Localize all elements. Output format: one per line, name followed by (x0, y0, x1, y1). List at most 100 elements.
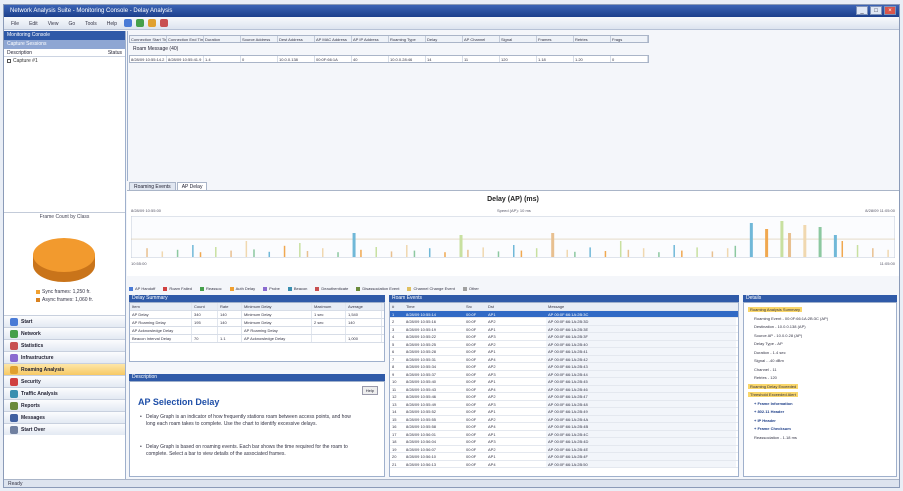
delay-bar[interactable] (520, 250, 523, 257)
menu-tools[interactable]: Tools (82, 19, 100, 28)
col-status[interactable]: Status (108, 49, 122, 56)
column-header[interactable]: Item (130, 303, 192, 310)
delay-bar[interactable] (467, 249, 469, 257)
column-header[interactable]: Retries (574, 36, 611, 42)
tree-node[interactable]: Reassociation - 1.18 ms (754, 435, 797, 440)
delay-bar[interactable] (192, 245, 194, 257)
nav-button-infrastructure[interactable]: Infrastructure (4, 351, 125, 363)
column-header[interactable]: Connection End Time (167, 36, 204, 42)
nav-button-security[interactable]: Security (4, 375, 125, 387)
column-header[interactable]: AP Channel (463, 36, 500, 42)
nav-button-messages[interactable]: Messages (4, 411, 125, 423)
delay-bar[interactable] (161, 251, 164, 257)
delay-bar[interactable] (711, 251, 714, 257)
list-item[interactable]: 1 8/28/09 10:55:14 00:0F AP1 AP 00:0F:66:1A:… (390, 310, 738, 318)
menu-file[interactable]: File (8, 19, 22, 28)
column-header[interactable]: Maximum (312, 303, 346, 310)
legend-item[interactable]: Beacon (287, 286, 307, 291)
list-item[interactable]: 15 8/28/09 10:55:55 00:0F AP2 AP 00:0F:66:1A… (390, 415, 738, 423)
table-row[interactable]: 8/28/09 10:55:14.2 8/28/09 10:55:41.9 1.4 0… (129, 55, 649, 63)
delay-bar[interactable] (513, 245, 515, 257)
column-header[interactable]: Frags (611, 36, 648, 42)
column-header[interactable]: Src (464, 303, 486, 310)
delay-bar[interactable] (337, 252, 339, 257)
tree-node[interactable]: Roaming Event - 00:0F:66:1A:2B:3C (AP) (754, 316, 828, 321)
grid-group-label[interactable]: Roam Message (40) (133, 46, 178, 52)
delay-bar[interactable] (673, 245, 675, 257)
delay-bar[interactable] (406, 245, 408, 257)
list-item[interactable]: 13 8/28/09 10:55:49 00:0F AP3 AP 00:0F:66:1A… (390, 400, 738, 408)
delay-bar[interactable] (658, 252, 660, 257)
delay-bar[interactable] (283, 245, 286, 257)
list-item[interactable]: 3 8/28/09 10:55:19 00:0F AP1 AP 00:0F:66:1A:… (390, 325, 738, 333)
delay-bar[interactable] (887, 249, 889, 257)
checkbox-icon[interactable] (7, 59, 11, 63)
column-header[interactable]: Time (404, 303, 464, 310)
delay-bar[interactable] (589, 247, 591, 257)
nav-button-start[interactable]: Start (4, 315, 125, 327)
column-header[interactable]: Connection Start Time (130, 36, 167, 42)
table-row[interactable]: Beacon Interval Delay 70 1.1 AP Acknowledge… (130, 335, 384, 343)
list-item[interactable]: 19 8/28/09 10:56:07 00:0F AP2 AP 00:0F:66:1A… (390, 445, 738, 453)
delay-bar[interactable] (497, 251, 500, 257)
delay-bar[interactable] (352, 233, 356, 257)
delay-bar[interactable] (696, 247, 698, 257)
tree-node[interactable]: Duration - 1.4 sec (754, 350, 786, 355)
delay-bar[interactable] (322, 248, 324, 257)
delay-bar[interactable] (803, 225, 807, 257)
list-item[interactable]: 21 8/28/09 10:56:13 00:0F AP4 AP 00:0F:66:1A… (390, 460, 738, 468)
column-header[interactable]: Minimum Delay (242, 303, 312, 310)
menu-edit[interactable]: Edit (26, 19, 41, 28)
tree-node[interactable]: + Frame Information (754, 401, 793, 406)
delay-bar[interactable] (535, 248, 538, 257)
tree-node[interactable]: Roaming Analysis Summary (748, 307, 803, 312)
delay-bar[interactable] (749, 223, 753, 257)
column-header[interactable]: Average (346, 303, 382, 310)
list-item[interactable]: 10 8/28/09 10:55:40 00:0F AP1 AP 00:0F:66:1A… (390, 378, 738, 386)
delay-bar[interactable] (245, 241, 248, 257)
delay-bar[interactable] (413, 250, 416, 257)
delay-bar[interactable] (230, 250, 232, 257)
delay-bar[interactable] (872, 248, 874, 257)
delay-bar[interactable] (459, 235, 463, 257)
chart-plot[interactable] (131, 216, 895, 258)
tree-node[interactable]: Roaming Delay Exceeded (748, 383, 799, 389)
delay-bar[interactable] (428, 248, 431, 257)
legend-item[interactable]: Deauthenticate (315, 286, 348, 291)
tree-node[interactable]: + Frame Checksum (754, 426, 791, 431)
delay-bar[interactable] (681, 250, 683, 257)
legend-item[interactable]: Probe (263, 286, 280, 291)
column-header[interactable]: AP MAC Address (315, 36, 352, 42)
delay-bar[interactable] (253, 249, 255, 257)
delay-bar[interactable] (390, 251, 393, 257)
list-item[interactable]: 2 8/28/09 10:55:16 00:0F AP2 AP 00:0F:66:1A:… (390, 318, 738, 326)
delay-bar[interactable] (360, 249, 362, 257)
list-item[interactable]: 16 8/28/09 10:55:58 00:0F AP4 AP 00:0F:66:1A… (390, 423, 738, 431)
stop-icon[interactable] (160, 19, 169, 27)
tree-node[interactable]: + IP Header (754, 418, 776, 423)
list-item[interactable]: 17 8/28/09 10:56:01 00:0F AP1 AP 00:0F:66:1A… (390, 430, 738, 438)
nav-button-statistics[interactable]: Statistics (4, 339, 125, 351)
column-header[interactable]: Dst (486, 303, 546, 310)
legend-item[interactable]: Auth Delay (229, 286, 255, 291)
delay-bar[interactable] (604, 251, 607, 257)
list-item[interactable]: 8 8/28/09 10:55:34 00:0F AP2 AP 00:0F:66:1A:… (390, 363, 738, 371)
legend-item[interactable]: Other (462, 286, 479, 291)
table-row[interactable]: AP Roaming Delay 195 140 Minimum Delay 2 sec… (130, 319, 384, 327)
column-header[interactable]: # (390, 303, 404, 310)
column-header[interactable]: Rate (218, 303, 242, 310)
delay-bar[interactable] (574, 251, 576, 257)
list-item[interactable]: 14 8/28/09 10:55:52 00:0F AP1 AP 00:0F:66:1A… (390, 408, 738, 416)
column-header[interactable]: Duration (204, 36, 241, 42)
delay-bar[interactable] (375, 247, 377, 257)
list-item[interactable]: 11 8/28/09 10:55:43 00:0F AP4 AP 00:0F:66:1A… (390, 385, 738, 393)
tree-node[interactable]: Delay Type - AP (754, 341, 783, 346)
list-item[interactable]: 20 8/28/09 10:56:10 00:0F AP1 AP 00:0F:66:1A… (390, 453, 738, 461)
delay-bar[interactable] (146, 248, 148, 257)
list-item[interactable]: 9 8/28/09 10:55:37 00:0F AP3 AP 00:0F:66:1A:… (390, 370, 738, 378)
delay-bar[interactable] (841, 241, 844, 257)
maximize-button[interactable]: □ (870, 6, 882, 15)
menu-view[interactable]: View (45, 19, 62, 28)
delay-bar[interactable] (833, 235, 837, 257)
list-item[interactable]: 6 8/28/09 10:55:28 00:0F AP1 AP 00:0F:66:1A:… (390, 348, 738, 356)
